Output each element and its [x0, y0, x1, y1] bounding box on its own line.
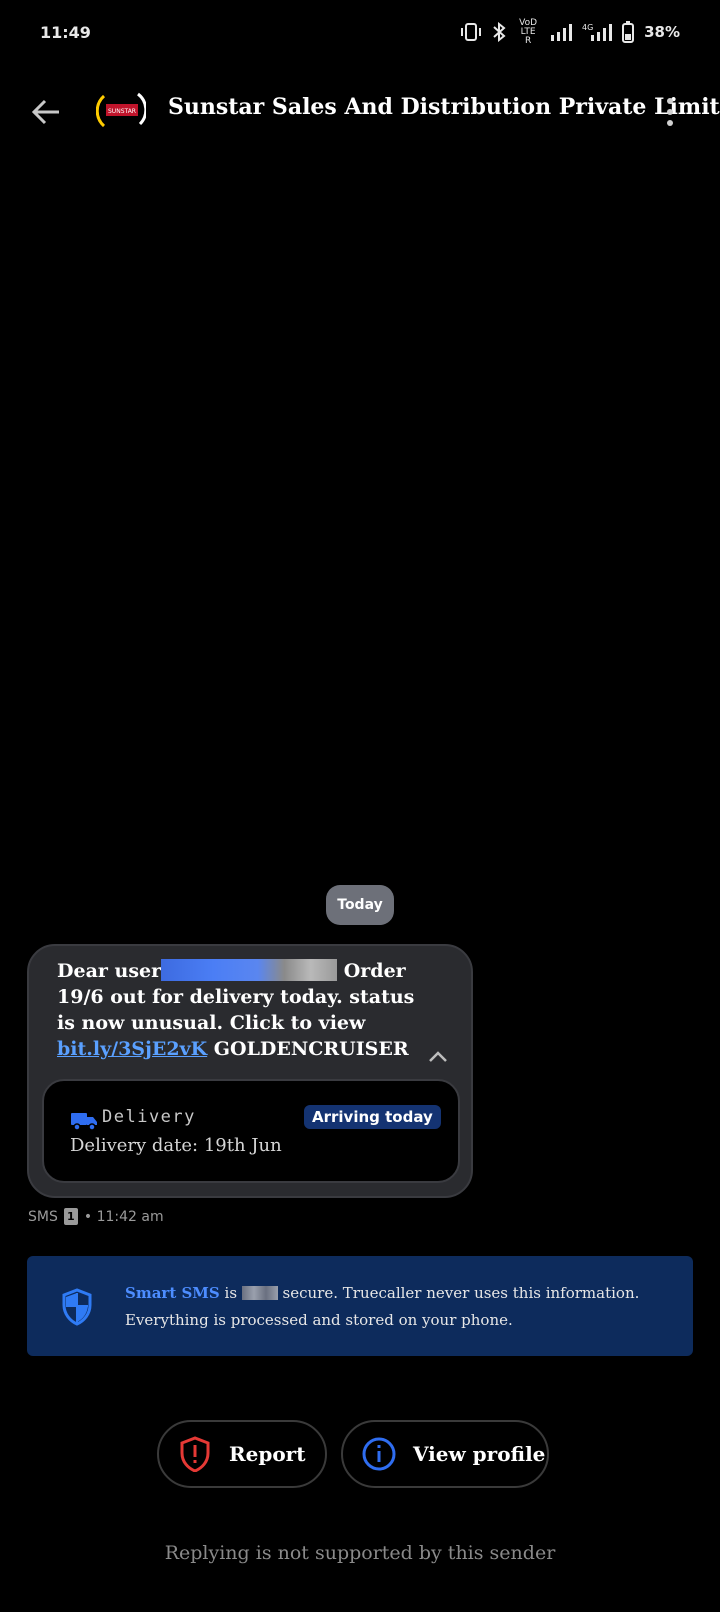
battery-icon [622, 21, 635, 43]
view-profile-button[interactable]: View profile [341, 1420, 549, 1488]
bluetooth-icon [492, 22, 506, 42]
message-bubble[interactable]: Dear user Order 19/6 out for delivery to… [27, 944, 473, 1198]
svg-text:4G: 4G [582, 23, 593, 32]
truck-icon [71, 1113, 97, 1131]
chevron-up-icon [429, 1051, 447, 1062]
reply-not-supported-note: Replying is not supported by this sender [164, 1542, 556, 1564]
conversation-header: SUNSTAR Sunstar Sales And Distribution P… [0, 80, 720, 144]
message-link[interactable]: bit.ly/3SjE2vK [57, 1038, 207, 1060]
delivery-card[interactable]: Delivery Arriving today Delivery date: 1… [42, 1079, 460, 1183]
shield-icon [62, 1288, 92, 1326]
arrow-left-icon [31, 99, 59, 125]
view-profile-label: View profile [413, 1442, 546, 1466]
smart-sms-link[interactable]: Smart SMS [125, 1284, 220, 1302]
redacted-region [161, 959, 338, 981]
message-text: Dear user Order 19/6 out for delivery to… [57, 958, 417, 1062]
volte-icon: VoD LTE R [519, 17, 538, 46]
date-separator: Today [326, 885, 394, 925]
sender-name[interactable]: Sunstar Sales And Distribution Private L… [168, 94, 720, 120]
back-button[interactable] [26, 94, 66, 130]
screen: 11:49 VoD LTE R 4G 38% SUNSTAR Sunstar S… [0, 0, 720, 1612]
report-icon [177, 1436, 213, 1472]
redacted-region-small [241, 1286, 278, 1300]
status-time: 11:49 [40, 22, 91, 42]
smart-sms-banner: Smart SMS is secure. Truecaller never us… [27, 1256, 693, 1356]
message-time: • 11:42 am [83, 1208, 164, 1225]
message-meta: SMS 1 • 11:42 am [28, 1208, 164, 1225]
sim-icon: 1 [63, 1208, 78, 1225]
delivery-label: Delivery [102, 1107, 196, 1127]
arriving-badge: Arriving today [304, 1105, 441, 1129]
signal-4g-icon: 4G [582, 22, 613, 42]
more-dot [667, 98, 673, 104]
more-dot [667, 109, 673, 115]
report-button[interactable]: Report [157, 1420, 327, 1488]
smart-sms-text-is: is [219, 1284, 242, 1302]
report-label: Report [229, 1442, 306, 1466]
collapse-button[interactable] [423, 1044, 453, 1070]
message-text-end: GOLDENCRUISER [207, 1038, 409, 1060]
more-options-button[interactable] [660, 94, 680, 130]
info-icon [361, 1436, 397, 1472]
battery-percent: 38% [644, 23, 680, 41]
vibrate-icon [460, 22, 482, 42]
delivery-date: Delivery date: 19th Jun [70, 1135, 282, 1156]
more-dot [667, 120, 673, 126]
sender-avatar[interactable]: SUNSTAR [96, 86, 146, 136]
status-icons: VoD LTE R 4G 38% [460, 17, 680, 46]
avatar-logo-text: SUNSTAR [108, 108, 136, 115]
status-bar: 11:49 VoD LTE R 4G 38% [0, 0, 720, 64]
message-type: SMS [28, 1208, 58, 1225]
message-text-start: Dear user [57, 960, 162, 982]
signal-icon-1 [550, 23, 573, 41]
smart-sms-text: Smart SMS is secure. Truecaller never us… [125, 1280, 665, 1334]
